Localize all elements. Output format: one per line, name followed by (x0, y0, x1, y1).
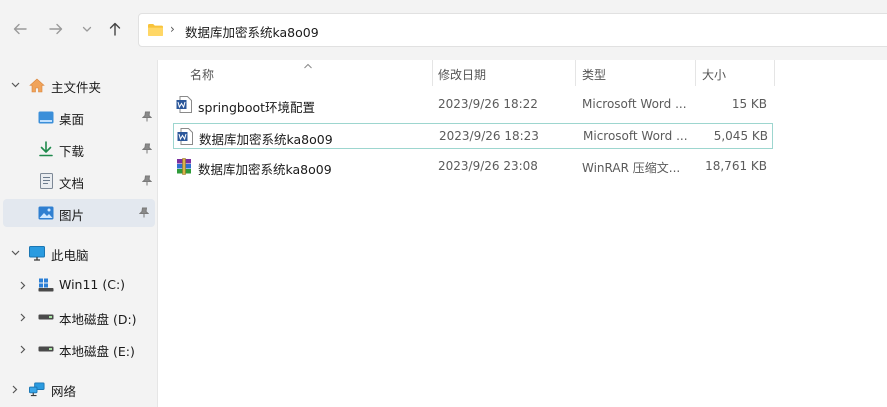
file-size: 15 KB (731, 97, 767, 111)
pictures-icon (38, 205, 54, 221)
sidebar-item-label: 文档 (59, 176, 85, 191)
column-divider[interactable] (774, 60, 775, 86)
sidebar-item-label: 桌面 (59, 112, 85, 127)
column-divider[interactable] (575, 60, 576, 86)
chevron-down-icon[interactable] (10, 79, 20, 91)
chevron-right-icon[interactable] (18, 279, 28, 291)
pin-icon[interactable] (141, 175, 153, 189)
recent-locations-button[interactable] (77, 19, 97, 39)
desktop-icon (38, 109, 54, 125)
file-size: 5,045 KB (713, 129, 768, 143)
file-row[interactable]: springboot环境配置 2023/9/26 18:22 Microsoft… (173, 92, 773, 118)
sidebar-item-this-pc[interactable]: 此电脑 (0, 239, 158, 267)
file-date: 2023/9/26 18:23 (439, 129, 539, 143)
column-header-date[interactable]: 修改日期 (438, 66, 486, 83)
sidebar-item-network[interactable]: 网络 (0, 375, 158, 403)
file-type: Microsoft Word ... (582, 97, 687, 111)
sidebar-item-label: 网络 (51, 384, 77, 399)
home-icon (29, 77, 45, 93)
download-icon (38, 141, 54, 157)
chevron-right-icon[interactable] (18, 311, 28, 323)
sidebar-item-label: 本地磁盘 (D:) (59, 312, 137, 327)
pin-icon[interactable] (138, 207, 150, 221)
file-date: 2023/9/26 23:08 (438, 159, 538, 173)
sidebar-item-label: 下载 (59, 144, 85, 159)
sidebar-item-label: Win11 (C:) (59, 277, 126, 292)
sidebar-item-downloads[interactable]: 下载 (0, 135, 158, 163)
file-name: 数据库加密系统ka8o09 (199, 132, 333, 147)
chevron-right-icon[interactable] (18, 343, 28, 355)
sidebar-item-pictures[interactable]: 图片 (3, 199, 155, 227)
sidebar-item-desktop[interactable]: 桌面 (0, 103, 158, 131)
file-name: springboot环境配置 (198, 100, 316, 115)
back-arrow-icon (13, 23, 27, 35)
word-doc-icon (177, 128, 193, 145)
recent-dropdown-icon (82, 26, 92, 32)
file-type: Microsoft Word ... (583, 129, 688, 143)
up-button[interactable] (105, 19, 125, 39)
winrar-archive-icon (177, 158, 191, 175)
file-type: WinRAR 压缩文... (582, 161, 681, 175)
file-row[interactable]: 数据库加密系统ka8o09 2023/9/26 18:23 Microsoft … (173, 123, 773, 149)
network-icon (29, 381, 45, 397)
pin-icon[interactable] (141, 111, 153, 125)
address-bar[interactable]: › 数据库加密系统ka8o09 (138, 13, 887, 47)
chevron-right-icon[interactable] (10, 383, 20, 395)
file-row[interactable]: 数据库加密系统ka8o09 2023/9/26 23:08 WinRAR 压缩文… (173, 154, 773, 180)
chevron-right-icon: › (170, 22, 175, 36)
file-list-view: 名称 修改日期 类型 大小 springboot环境配置 2023/9/26 1… (159, 60, 887, 407)
sidebar-item-label: 此电脑 (51, 248, 89, 263)
sidebar-item-home[interactable]: 主文件夹 (0, 71, 158, 99)
file-size: 18,761 KB (705, 159, 767, 173)
sidebar-item-drive-e[interactable]: 本地磁盘 (E:) (0, 335, 158, 363)
forward-button[interactable] (46, 19, 66, 39)
document-icon (38, 173, 54, 189)
drive-icon (38, 341, 54, 357)
column-header-row: 名称 修改日期 类型 大小 (159, 60, 779, 88)
column-header-type[interactable]: 类型 (582, 66, 606, 83)
word-doc-icon (176, 96, 192, 113)
sort-ascending-icon (303, 58, 313, 72)
column-header-size[interactable]: 大小 (702, 66, 726, 83)
windows-drive-icon (38, 277, 54, 293)
breadcrumb-current-folder[interactable]: 数据库加密系统ka8o09 (185, 22, 319, 41)
sidebar-item-label: 本地磁盘 (E:) (59, 344, 135, 359)
forward-arrow-icon (49, 23, 63, 35)
column-divider[interactable] (432, 60, 433, 86)
folder-icon (148, 24, 163, 36)
sidebar-item-drive-c[interactable]: Win11 (C:) (0, 271, 158, 299)
back-button[interactable] (10, 19, 30, 39)
sidebar-item-label: 主文件夹 (51, 80, 102, 95)
column-header-name[interactable]: 名称 (190, 66, 214, 83)
pin-icon[interactable] (141, 143, 153, 157)
chevron-down-icon[interactable] (10, 247, 20, 259)
navigation-pane: 主文件夹 桌面 下载 文档 图片 此电脑 Win11 (C:) 本地磁盘 (D:… (0, 60, 158, 407)
sidebar-item-drive-d[interactable]: 本地磁盘 (D:) (0, 303, 158, 331)
sidebar-item-documents[interactable]: 文档 (0, 167, 158, 195)
file-date: 2023/9/26 18:22 (438, 97, 538, 111)
monitor-icon (29, 245, 45, 261)
column-divider[interactable] (695, 60, 696, 86)
up-arrow-icon (109, 22, 121, 36)
drive-icon (38, 309, 54, 325)
sidebar-item-label: 图片 (59, 208, 85, 223)
file-name: 数据库加密系统ka8o09 (198, 162, 332, 177)
toolbar: › 数据库加密系统ka8o09 (0, 0, 887, 60)
